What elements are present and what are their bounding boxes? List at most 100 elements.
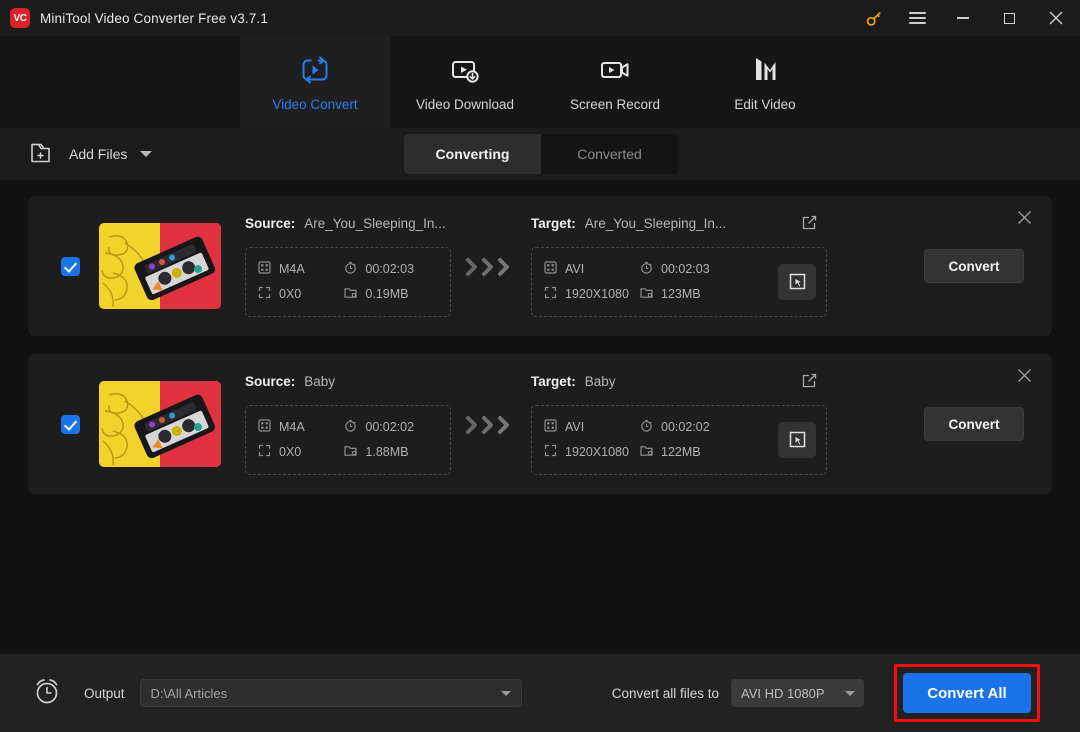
target-size-value: 123MB [661, 287, 701, 301]
folder-size-icon [640, 444, 653, 460]
target-format-value: AVI [565, 420, 585, 434]
tab-converted[interactable]: Converted [541, 134, 678, 174]
convert-button-label: Convert [948, 416, 1000, 432]
resize-icon [258, 286, 271, 302]
source-format-value: M4A [279, 420, 305, 434]
source-duration-value: 00:02:02 [365, 420, 415, 434]
target-info-row: AVI 00:02:03 [544, 257, 814, 282]
target-resolution: 1920X1080 [544, 440, 640, 465]
output-label: Output [84, 685, 125, 701]
target-label: Target: [531, 373, 576, 389]
source-info-box: M4A 00:02:03 0X0 0.19MB [245, 246, 451, 317]
target-duration: 00:02:02 [640, 415, 744, 440]
nav-tab-label: Screen Record [569, 96, 661, 112]
alarm-clock-icon[interactable] [32, 676, 62, 711]
file-checkbox[interactable] [61, 414, 80, 434]
hamburger-menu-icon[interactable] [894, 0, 940, 36]
convert-button[interactable]: Convert [924, 407, 1024, 441]
source-resolution-value: 0X0 [279, 445, 302, 459]
target-duration-value: 00:02:02 [661, 420, 710, 434]
target-size-value: 122MB [661, 445, 701, 459]
target-format: AVI [544, 257, 640, 282]
edit-square-icon[interactable] [802, 373, 817, 393]
convert-button-label: Convert [948, 258, 1000, 274]
nav-left-pad [0, 36, 240, 128]
source-header: Source: Are_You_Sleeping_In... [245, 216, 451, 238]
file-card[interactable]: Source: Are_You_Sleeping_In... M4A 00:02… [28, 196, 1052, 336]
folder-size-icon [344, 286, 358, 302]
nav-tab-video-convert[interactable]: Video Convert [240, 36, 390, 128]
source-panel: Source: Are_You_Sleeping_In... M4A 00:02… [245, 216, 451, 317]
target-info-row: AVI 00:02:02 [544, 415, 814, 440]
output-path-value: D:\All Articles [150, 685, 228, 701]
source-info-box: M4A 00:02:02 0X0 1.88MB [245, 404, 451, 475]
app-title: MiniTool Video Converter Free v3.7.1 [40, 10, 269, 26]
bottom-bar: Output D:\All Articles Convert all files… [0, 654, 1080, 732]
convert-all-button[interactable]: Convert All [903, 673, 1031, 713]
video-convert-icon [298, 53, 332, 87]
target-info-row-2: 1920X1080 122MB [544, 440, 814, 465]
source-size-value: 1.88MB [365, 445, 409, 459]
target-size: 123MB [640, 282, 744, 307]
remove-file-button[interactable] [1017, 368, 1032, 388]
folder-size-icon [344, 444, 358, 460]
edit-square-icon[interactable] [802, 215, 817, 235]
tab-converting[interactable]: Converting [404, 134, 541, 174]
source-info-row-2: 0X0 0.19MB [258, 282, 438, 307]
source-size: 0.19MB [344, 282, 438, 307]
stopwatch-icon [344, 261, 357, 277]
source-size-value: 0.19MB [365, 287, 409, 301]
file-checkbox[interactable] [61, 256, 80, 276]
nav-tab-label: Video Convert [272, 96, 358, 112]
close-icon[interactable] [1032, 0, 1080, 36]
source-info-row-2: 0X0 1.88MB [258, 440, 438, 465]
tab-converting-label: Converting [435, 146, 510, 162]
source-format: M4A [258, 415, 344, 440]
convert-button[interactable]: Convert [924, 249, 1024, 283]
target-size: 122MB [640, 440, 744, 465]
nav-tab-screen-record[interactable]: Screen Record [540, 36, 690, 128]
convert-all-label: Convert All [927, 684, 1007, 702]
chevron-down-icon[interactable] [140, 151, 153, 157]
target-duration: 00:02:03 [640, 257, 744, 282]
title-bar: VC MiniTool Video Converter Free v3.7.1 [0, 0, 1080, 36]
resize-icon [544, 286, 557, 302]
add-files-button[interactable]: Add Files [30, 141, 153, 168]
nav-tab-label: Edit Video [734, 96, 796, 112]
crop-cursor-icon[interactable] [778, 263, 816, 300]
nav-tab-video-download[interactable]: Video Download [390, 36, 540, 128]
target-format: AVI [544, 415, 640, 440]
triple-chevron-right-icon [465, 413, 517, 435]
add-folder-icon [30, 141, 56, 168]
add-files-label: Add Files [69, 146, 128, 162]
nav-tab-label: Video Download [415, 96, 515, 112]
crop-cursor-icon[interactable] [778, 421, 816, 458]
edit-video-icon [748, 53, 782, 87]
resize-icon [544, 444, 557, 460]
file-card[interactable]: Source: Baby M4A 00:02:02 0X0 1.88MB Tar… [28, 354, 1052, 494]
maximize-icon[interactable] [986, 0, 1032, 36]
minimize-icon[interactable] [940, 0, 986, 36]
source-format: M4A [258, 257, 344, 282]
source-label: Source: [245, 373, 296, 389]
remove-file-button[interactable] [1017, 210, 1032, 230]
video-download-icon [448, 53, 482, 87]
target-label: Target: [531, 215, 576, 231]
source-format-value: M4A [279, 262, 305, 276]
output-format-value: AVI HD 1080P [741, 685, 825, 701]
target-format-value: AVI [565, 262, 585, 276]
app-window: VC MiniTool Video Converter Free v3.7.1 [0, 0, 1080, 732]
convert-all-files-to-label: Convert all files to [611, 685, 719, 701]
status-tabs: Converting Converted [404, 134, 678, 174]
stopwatch-icon [640, 261, 653, 277]
key-icon[interactable] [854, 0, 894, 36]
file-list: Source: Are_You_Sleeping_In... M4A 00:02… [0, 180, 1080, 654]
target-filename: Are_You_Sleeping_In... [584, 215, 727, 231]
output-format-dropdown[interactable]: AVI HD 1080P [731, 679, 864, 707]
output-path-dropdown[interactable]: D:\All Articles [139, 679, 522, 707]
target-duration-value: 00:02:03 [661, 262, 710, 276]
folder-size-icon [640, 286, 653, 302]
nav-tab-edit-video[interactable]: Edit Video [690, 36, 840, 128]
chevron-down-icon [500, 690, 511, 696]
file-toolbar: Add Files Converting Converted [0, 128, 1080, 180]
